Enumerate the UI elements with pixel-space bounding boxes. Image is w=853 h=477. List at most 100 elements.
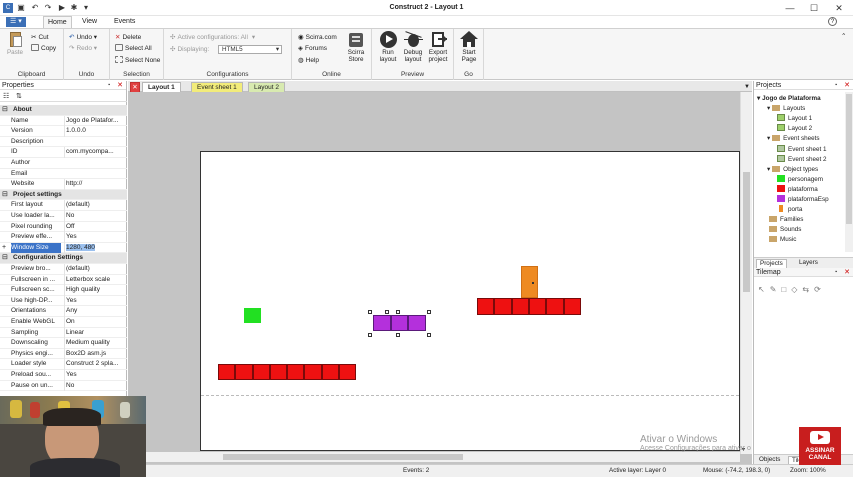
selection-handle[interactable] [427,333,431,337]
property-value[interactable]: Medium quality [64,338,126,349]
copy-button[interactable]: Copy [31,44,56,53]
tab-layout-1[interactable]: Layout 1 [142,82,181,92]
property-row[interactable]: Pause on un... No [0,380,127,392]
selection-handle[interactable] [368,333,372,337]
tree-item-object[interactable]: plataformaEsp [777,195,829,204]
property-section[interactable]: ⊟ About [0,105,127,116]
property-row[interactable]: Fullscreen sc... High quality [0,285,127,296]
pencil-icon[interactable]: ✎ [770,285,782,294]
categorized-icon[interactable]: ☷ [3,92,9,100]
delete-button[interactable]: ✕ Delete [115,33,141,42]
property-row[interactable]: ID com.mycompa... [0,147,127,158]
maximize-button[interactable]: ☐ [808,2,820,14]
property-row[interactable]: Downscaling Medium quality [0,338,127,349]
property-value[interactable]: (default) [64,264,126,275]
pin-icon[interactable]: ▪ [108,81,110,90]
paste-button[interactable]: Paste [2,31,28,56]
property-value[interactable]: Yes [64,295,126,307]
close-icon[interactable]: ✕ [844,81,850,90]
chevron-down-icon[interactable]: ▾ [767,105,770,112]
collapse-icon[interactable]: ⊟ [2,105,8,116]
property-value[interactable]: 1.0.0.0 [64,126,126,137]
project-tree-scrollbar[interactable] [845,92,853,252]
property-value[interactable]: No [64,380,126,392]
tab-events[interactable]: Events [110,16,139,28]
property-value[interactable]: Linear [64,327,126,339]
chevron-down-icon[interactable]: ▾ [767,135,770,142]
selection-handle[interactable] [396,333,400,337]
property-value[interactable]: Box2D asm.js [64,348,126,360]
vertical-scroll-thumb[interactable] [743,172,750,292]
pin-icon[interactable]: ▪ [835,268,837,277]
tree-item-object[interactable]: personagem [777,174,823,184]
tree-item-sheet[interactable]: Event sheet 1 [777,144,827,154]
app-menu-button[interactable]: ☰ ▾ [6,17,26,27]
flip-icon[interactable]: ⇆ [802,285,814,294]
porta-sprite[interactable] [521,266,538,298]
horizontal-scrollbar[interactable] [145,452,740,462]
property-row[interactable]: Enable WebGL On [0,317,127,328]
property-value[interactable]: Off [64,221,126,233]
scirra-store-button[interactable]: Scirra Store [342,31,370,63]
minimize-button[interactable]: — [784,2,796,14]
tab-objects[interactable]: Objects [756,456,783,464]
export-project-button[interactable]: Export project [424,31,452,63]
tab-event-sheet-1[interactable]: Event sheet 1 [191,82,243,92]
debug-layout-button[interactable]: Debug layout [399,31,427,63]
property-value[interactable]: 1280, 480 [64,242,126,254]
tree-item-root[interactable]: ▾ Jogo de Plataforma [757,94,821,103]
property-value[interactable]: Yes [64,232,126,243]
selection-handle[interactable] [396,310,400,314]
chevron-down-icon[interactable]: ▾ [767,166,770,173]
forums-link[interactable]: ◈ Forums [298,44,327,53]
property-row[interactable]: Physics engi... Box2D asm.js [0,348,127,360]
scirra-com-link[interactable]: ◉ Scirra.com [298,33,337,42]
property-row[interactable]: Pixel rounding Off [0,221,127,233]
help-icon[interactable]: ? [828,17,837,26]
rotate-icon[interactable]: ⟳ [814,285,826,294]
property-value[interactable]: Jogo de Platafor... [64,115,126,127]
redo-button[interactable]: ↷ Redo ▾ [69,44,97,53]
tree-item-sheet[interactable]: Event sheet 2 [777,154,827,164]
selection-handle[interactable] [368,310,372,314]
property-value[interactable]: Yes [64,370,126,381]
plataforma-esp-sprite[interactable] [368,310,431,337]
property-row[interactable]: + Window Size 1280, 480 [0,242,127,254]
vertical-scrollbar[interactable]: ▾ [740,92,752,454]
collapse-icon[interactable]: ⊟ [2,253,8,264]
property-row[interactable]: Use high-DP... Yes [0,295,127,307]
run-layout-button[interactable]: Run layout [374,31,402,63]
sort-alpha-icon[interactable]: ⇅ [16,92,22,100]
tree-item-object[interactable]: plataforma [777,184,818,194]
start-page-button[interactable]: Start Page [455,31,483,63]
pointer-icon[interactable]: ↖ [758,285,770,294]
tree-item-layout[interactable]: Layout 1 [777,114,812,123]
help-link[interactable]: ◍ Help [298,56,319,65]
property-value[interactable]: No [64,211,126,222]
tree-item-folder[interactable]: ▾ Object types [767,165,818,174]
tab-layers[interactable]: Layers [796,259,821,267]
select-all-button[interactable]: Select All [115,44,152,53]
close-tab-button[interactable]: ✕ [130,82,140,92]
close-icon[interactable]: ✕ [844,268,850,277]
tree-item-folder[interactable]: Families [767,215,803,224]
displaying-select[interactable]: HTML5 ▾ [218,45,282,54]
property-value[interactable]: com.mycompa... [64,147,126,158]
tree-item-folder[interactable]: ▾ Layouts [767,104,805,113]
property-row[interactable]: Version 1.0.0.0 [0,126,127,137]
property-row[interactable]: Preview bro... (default) [0,264,127,275]
property-row[interactable]: Loader style Construct 2 spla... [0,359,127,370]
undo-button[interactable]: ↶ Undo ▾ [69,33,97,42]
layout-canvas[interactable] [200,151,740,451]
property-section[interactable]: ⊟ Configuration Settings [0,253,127,264]
property-row[interactable]: Email [0,169,127,180]
eraser-icon[interactable]: ◇ [791,285,802,294]
tab-view[interactable]: View [78,16,101,28]
collapse-icon[interactable]: ⊟ [2,190,8,201]
project-tree-scroll-thumb[interactable] [846,94,852,224]
selection-handle[interactable] [427,310,431,314]
rectangle-icon[interactable]: □ [781,285,791,294]
property-row[interactable]: Preview effe... Yes [0,232,127,243]
active-configurations-dropdown[interactable]: ✣ Active configurations: All ▾ [170,33,255,42]
personagem-sprite[interactable] [244,308,261,323]
